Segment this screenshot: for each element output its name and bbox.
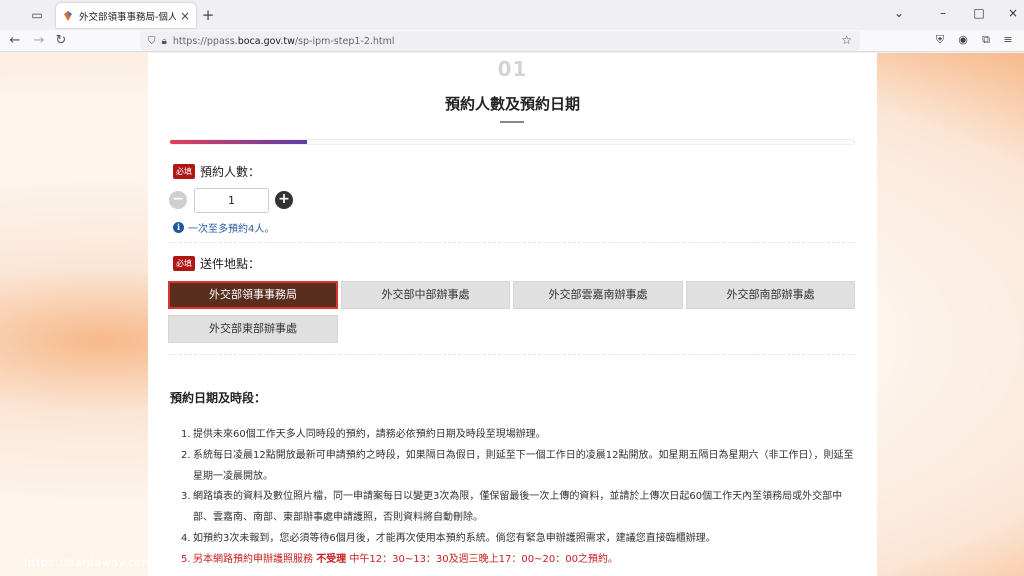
section-title: 預約日期及時段：	[170, 391, 267, 405]
info-icon: i	[173, 222, 184, 233]
people-hint-text: 一次至多預約4人。	[188, 224, 275, 235]
divider	[169, 354, 855, 355]
account-icon[interactable]: ◉	[955, 33, 971, 46]
people-hint: i 一次至多預約4人。	[173, 220, 274, 235]
location-label: 送件地點：	[200, 257, 261, 271]
required-badge: 必填	[173, 164, 195, 179]
pocket-icon[interactable]: ⛨	[932, 33, 948, 47]
page-background: 01 預約人數及預約日期 必填 預約人數： − 1 + i 一次至多預約4人。 …	[0, 53, 1024, 576]
browser-tab[interactable]: 外交部領事事務局-個人申辦護照 ×	[56, 3, 196, 28]
chevron-down-icon[interactable]: ⌄	[890, 6, 908, 20]
location-button-central[interactable]: 外交部中部辦事處	[341, 281, 510, 309]
forward-icon[interactable]: →	[30, 32, 48, 50]
page-title: 預約人數及預約日期	[444, 95, 580, 113]
tab-list-icon[interactable]: ▭	[28, 6, 46, 24]
location-button-boca[interactable]: 外交部領事事務局	[168, 281, 338, 309]
decrease-button[interactable]: −	[169, 191, 187, 209]
minimize-icon[interactable]: –	[934, 6, 952, 20]
tab-title: 外交部領事事務局-個人申辦護照	[79, 11, 176, 23]
url-bar[interactable]: ⛉ 🔒︎ https://ppass.boca.gov.tw/sp-ipm-st…	[140, 31, 860, 51]
list-item: 4. 如預約3次未報到，您必須等待6個月後，才能再次使用本預約系統。倘您有緊急申辦…	[181, 532, 716, 544]
site-favicon-icon	[64, 10, 72, 21]
required-badge: 必填	[173, 256, 195, 271]
close-window-icon[interactable]: ×	[1004, 6, 1022, 20]
list-item: 2. 系統每日凌晨12點開放最新可申請預約之時段，如果隔日為假日，則延至下一個工作…	[181, 449, 854, 482]
new-tab-icon[interactable]: +	[200, 6, 216, 24]
location-button-south[interactable]: 外交部南部辦事處	[686, 281, 855, 309]
location-field-label: 必填 送件地點：	[173, 255, 260, 272]
title-underline	[500, 121, 524, 123]
back-icon[interactable]: ←	[6, 32, 24, 50]
url-text: https://ppass.boca.gov.tw/sp-ipm-step1-2…	[172, 35, 395, 47]
people-field-label: 必填 預約人數：	[173, 163, 260, 180]
bookmark-star-icon[interactable]: ☆	[841, 33, 852, 47]
list-item: 5. 另本網路預約申辦護照服務 不受理 中午12：30~13：30及週三晚上17：…	[181, 553, 618, 565]
people-label: 預約人數：	[200, 165, 261, 179]
list-item: 3. 網路填表的資料及數位照片檔，同一申請案每日以變更3次為限，僅保留最後一次上傳…	[181, 491, 843, 524]
step-number: 01	[497, 57, 528, 81]
menu-icon[interactable]: ≡	[1000, 33, 1016, 46]
rules-list: 1. 提供未來60個工作天多人同時段的預約，請務必依預約日期及時段至現場辦理。 2…	[181, 425, 861, 571]
tab-bar: ▭ 外交部領事事務局-個人申辦護照 × + ⌄ – □ ×	[0, 0, 1024, 30]
increase-button[interactable]: +	[275, 191, 293, 209]
nav-bar: ← → ↻ ⛉ 🔒︎ https://ppass.boca.gov.tw/sp-…	[0, 30, 1024, 52]
watermark: https://hardaway.com	[24, 556, 153, 569]
progress-bar	[169, 139, 855, 145]
list-item: 1. 提供未來60個工作天多人同時段的預約，請務必依預約日期及時段至現場辦理。	[181, 429, 546, 440]
reload-icon[interactable]: ↻	[52, 32, 70, 50]
shield-icon[interactable]: ⛉	[148, 36, 156, 47]
extensions-icon[interactable]: ⧉	[978, 33, 994, 47]
lock-icon[interactable]: 🔒︎	[162, 36, 167, 47]
divider	[169, 242, 855, 243]
maximize-icon[interactable]: □	[970, 6, 988, 20]
location-button-chiayi-tainan[interactable]: 外交部雲嘉南辦事處	[513, 281, 683, 309]
tab-close-icon[interactable]: ×	[180, 9, 190, 23]
people-count-input[interactable]: 1	[194, 188, 269, 213]
location-button-east[interactable]: 外交部東部辦事處	[168, 315, 338, 343]
form-card: 01 預約人數及預約日期 必填 預約人數： − 1 + i 一次至多預約4人。 …	[148, 53, 877, 576]
progress-fill	[170, 140, 307, 144]
